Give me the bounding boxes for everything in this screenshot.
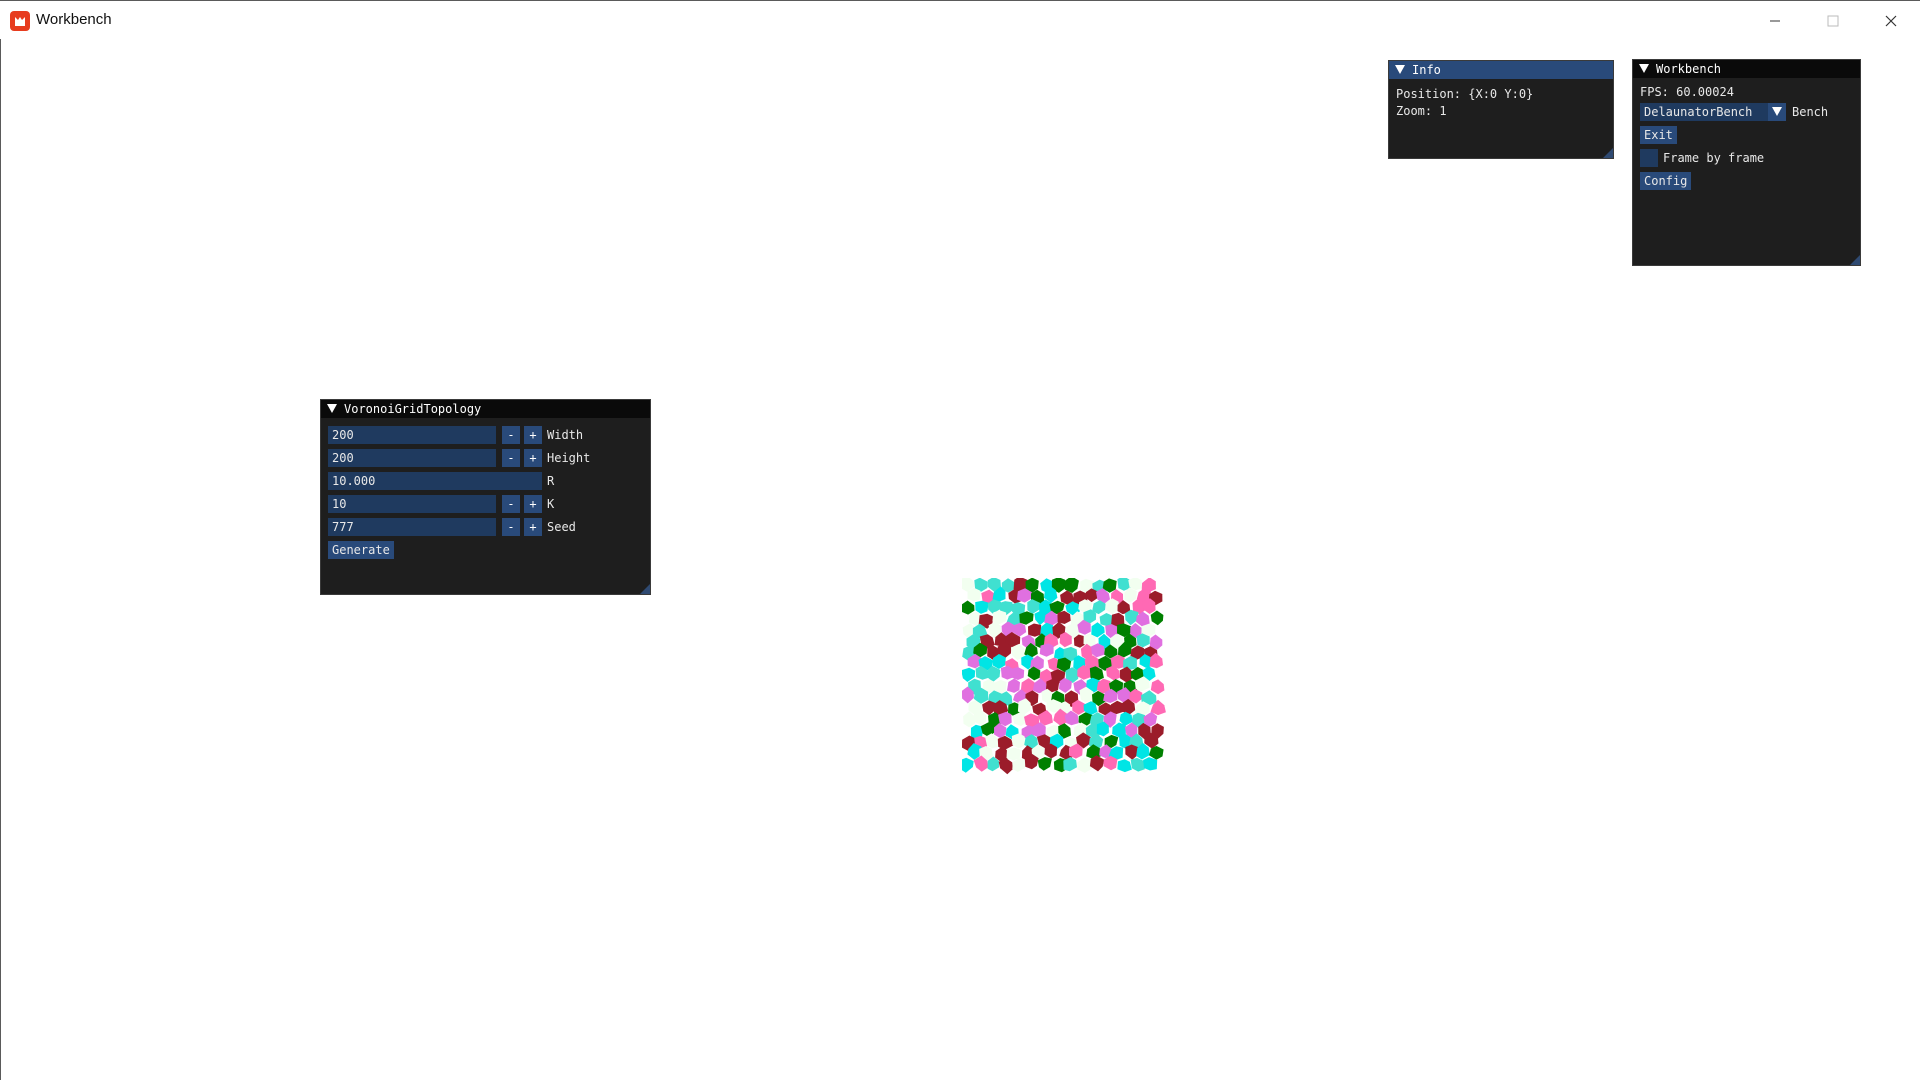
title-bar[interactable]: Workbench (0, 0, 1920, 39)
r-label: R (547, 474, 555, 488)
fps-readout: FPS: 60.00024 (1640, 85, 1734, 99)
maximize-icon (1827, 15, 1839, 26)
info-panel-header[interactable]: Info (1389, 61, 1613, 79)
exit-button[interactable]: Exit (1640, 126, 1677, 144)
voronoi-grid-canvas[interactable] (962, 578, 1166, 778)
resize-grip[interactable] (1850, 255, 1860, 265)
resize-grip[interactable] (1603, 148, 1613, 158)
frame-by-frame-label: Frame by frame (1663, 151, 1765, 165)
frame-by-frame-checkbox[interactable] (1640, 149, 1658, 167)
width-input[interactable]: 200 (328, 426, 496, 444)
collapse-triangle-icon[interactable] (1639, 64, 1649, 73)
window-title: Workbench (36, 11, 112, 28)
minimize-button[interactable] (1746, 1, 1804, 40)
voronoi-cell (962, 600, 975, 615)
seed-decrement-button[interactable]: - (502, 518, 520, 536)
voronoi-cell (1077, 757, 1092, 773)
k-input[interactable]: 10 (328, 495, 496, 513)
voronoi-cell (1011, 667, 1025, 680)
voronoi-cell (1130, 757, 1145, 772)
width-increment-button[interactable]: + (524, 426, 542, 444)
voronoi-cell (1125, 609, 1139, 626)
k-label: K (547, 497, 555, 511)
voronoi-cell (1117, 759, 1132, 773)
k-increment-button[interactable]: + (524, 495, 542, 513)
resize-grip[interactable] (640, 584, 650, 594)
voronoi-panel-header[interactable]: VoronoiGridTopology (321, 400, 650, 418)
bench-select[interactable]: DelaunatorBench (1640, 103, 1768, 121)
chevron-down-icon (1772, 106, 1782, 116)
voronoi-panel-title: VoronoiGridTopology (344, 402, 482, 416)
voronoi-cell (1037, 757, 1052, 771)
position-readout: Position: {X:0 Y:0} (1396, 87, 1534, 101)
height-increment-button[interactable]: + (524, 449, 542, 467)
voronoi-cell (975, 600, 989, 614)
voronoi-cell (1150, 610, 1164, 626)
seed-increment-button[interactable]: + (524, 518, 542, 536)
workbench-panel-header[interactable]: Workbench (1633, 60, 1860, 78)
maximize-button[interactable] (1804, 1, 1862, 40)
collapse-triangle-icon[interactable] (1395, 65, 1405, 74)
window-border (0, 0, 1, 1080)
r-input[interactable]: 10.000 (328, 472, 542, 490)
zoom-readout: Zoom: 1 (1396, 104, 1447, 118)
app-logo-icon (10, 11, 30, 31)
minimize-icon (1770, 20, 1780, 21)
seed-label: Seed (547, 520, 576, 534)
height-label: Height (547, 451, 591, 465)
voronoi-panel[interactable]: VoronoiGridTopology 200 - + Width 200 - … (320, 399, 651, 595)
k-decrement-button[interactable]: - (502, 495, 520, 513)
voronoi-cell (1028, 623, 1042, 637)
workbench-panel[interactable]: Workbench FPS: 60.00024 DelaunatorBench … (1632, 59, 1861, 266)
bench-select-arrow[interactable] (1768, 103, 1786, 121)
voronoi-cell (1007, 678, 1020, 693)
voronoi-cell (962, 757, 974, 773)
voronoi-cell (1039, 643, 1054, 657)
voronoi-cell (1125, 744, 1139, 760)
info-panel[interactable]: Info Position: {X:0 Y:0} Zoom: 1 (1388, 60, 1614, 159)
voronoi-cell (1006, 747, 1021, 761)
generate-button[interactable]: Generate (328, 541, 394, 559)
height-decrement-button[interactable]: - (502, 449, 520, 467)
voronoi-cell (1150, 679, 1165, 695)
config-button[interactable]: Config (1640, 172, 1692, 190)
voronoi-cell (1012, 758, 1026, 772)
close-icon (1885, 15, 1897, 26)
height-input[interactable]: 200 (328, 449, 496, 467)
collapse-triangle-icon[interactable] (327, 404, 337, 413)
voronoi-cell (1057, 610, 1071, 624)
close-button[interactable] (1862, 1, 1920, 40)
voronoi-cell (1034, 610, 1047, 626)
bench-select-label: Bench (1792, 105, 1829, 119)
voronoi-cell (1143, 757, 1158, 771)
workbench-panel-title: Workbench (1656, 62, 1722, 76)
width-decrement-button[interactable]: - (502, 426, 520, 444)
seed-input[interactable]: 777 (328, 518, 496, 536)
width-label: Width (547, 428, 584, 442)
info-panel-title: Info (1412, 63, 1441, 77)
